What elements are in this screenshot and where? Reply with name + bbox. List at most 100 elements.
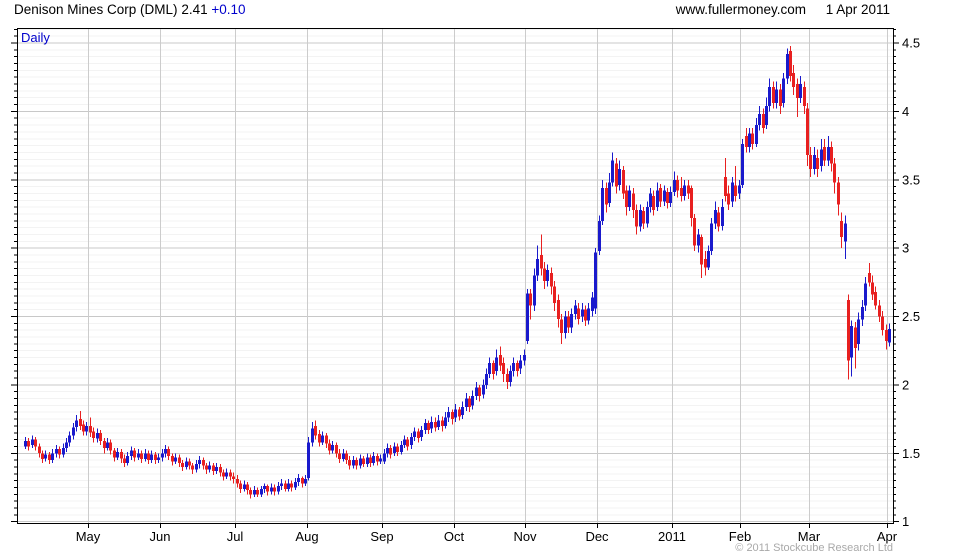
candle: [51, 449, 54, 463]
candle-body: [51, 453, 54, 461]
candle-body: [543, 268, 546, 281]
candle-body: [516, 363, 519, 372]
candle-body: [297, 477, 300, 482]
candle: [205, 462, 208, 474]
candle-body: [157, 457, 160, 461]
candle: [99, 430, 102, 446]
candle: [687, 179, 690, 199]
candle: [290, 480, 293, 492]
candle-body: [495, 357, 498, 372]
candle-body: [417, 431, 420, 439]
candle-body: [803, 86, 806, 106]
candle-body: [348, 460, 351, 466]
x-axis-label: Jul: [227, 529, 244, 544]
candle-body: [287, 483, 290, 489]
candle-body: [663, 190, 666, 202]
candle-body: [171, 456, 174, 462]
candle-body: [676, 179, 679, 191]
candle: [550, 267, 553, 295]
candle: [359, 454, 362, 469]
candle: [215, 462, 218, 474]
candle-body: [683, 185, 686, 197]
candle: [55, 445, 58, 458]
candle-body: [635, 209, 638, 227]
candle: [366, 453, 369, 467]
candle-body: [492, 363, 495, 374]
candle: [355, 457, 358, 470]
candles: [24, 45, 891, 499]
candle-body: [113, 450, 116, 458]
candle-body: [369, 457, 372, 463]
candle-body: [447, 412, 450, 418]
candle: [676, 175, 679, 198]
candle-body: [219, 466, 222, 473]
candle: [441, 416, 444, 432]
candle-body: [646, 207, 649, 224]
candle-body: [652, 196, 655, 210]
candle: [208, 461, 211, 473]
candle-body: [642, 211, 645, 224]
candle-body: [318, 434, 321, 443]
candle: [611, 152, 614, 187]
candle: [417, 428, 420, 443]
candle-body: [325, 435, 328, 444]
candle-body: [649, 193, 652, 208]
candle-body: [188, 461, 191, 466]
candle-body: [789, 51, 792, 76]
candle-body: [342, 453, 345, 459]
candle-body: [519, 360, 522, 369]
candle: [560, 313, 563, 344]
candle-body: [174, 457, 177, 462]
x-axis-label: Dec: [585, 529, 609, 544]
candle-body: [475, 387, 478, 396]
candle-body: [386, 447, 389, 454]
candle-body: [526, 293, 529, 342]
candle-body: [471, 395, 474, 406]
y-axis-label: 2.5: [902, 309, 920, 324]
candle-body: [639, 209, 642, 227]
candle-body: [352, 460, 355, 466]
candle: [857, 312, 860, 351]
candle-body: [717, 212, 720, 227]
candle-body: [191, 465, 194, 470]
candle: [659, 183, 662, 208]
candle-body: [594, 252, 597, 309]
candle: [666, 188, 669, 209]
candle: [850, 320, 853, 377]
candle-body: [410, 436, 413, 446]
candle: [229, 469, 232, 481]
candle-body: [724, 177, 727, 197]
candle: [321, 431, 324, 446]
candle-body: [147, 453, 150, 461]
candle-body: [468, 398, 471, 407]
candle-body: [488, 363, 491, 374]
candle-body: [79, 419, 82, 426]
candle: [304, 475, 307, 487]
candle-body: [133, 450, 136, 458]
candle-body: [615, 163, 618, 187]
candle-body: [116, 451, 119, 458]
candle-body: [225, 472, 228, 477]
y-axis-label: 1.5: [902, 446, 920, 461]
y-axis-label: 2: [902, 377, 909, 392]
candle: [700, 234, 703, 279]
candle-body: [195, 464, 198, 470]
candle: [406, 436, 409, 451]
candle: [212, 462, 215, 476]
candle-body: [85, 425, 88, 432]
candle-body: [424, 423, 427, 430]
candle-body: [444, 417, 447, 426]
candle: [755, 118, 758, 147]
candle: [335, 442, 338, 458]
candle-body: [48, 454, 51, 461]
y-axis-label: 3: [902, 241, 909, 256]
candle: [465, 393, 468, 411]
candle-body: [714, 209, 717, 224]
candle-body: [792, 73, 795, 87]
candle-body: [758, 114, 761, 125]
candle-body: [137, 453, 140, 458]
candle-body: [256, 490, 259, 495]
candle-body: [482, 384, 485, 395]
candle-body: [710, 223, 713, 251]
candle: [109, 439, 112, 455]
